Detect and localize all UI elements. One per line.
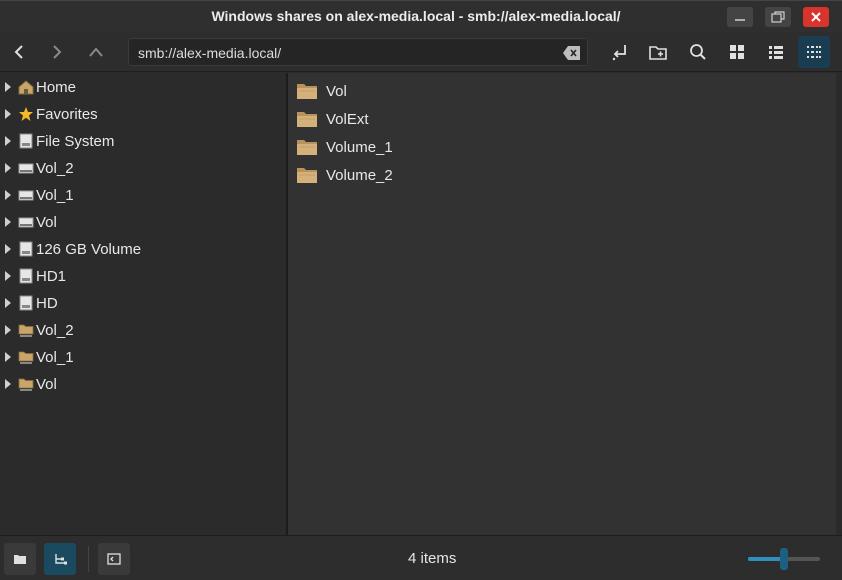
expander-icon[interactable]: [5, 136, 11, 146]
window-title: Windows shares on alex-media.local - smb…: [211, 8, 621, 24]
close-icon: [811, 12, 821, 22]
expander-icon[interactable]: [5, 109, 11, 119]
chevron-up-icon: [89, 47, 103, 57]
sidebar-item-favorites[interactable]: Favorites: [0, 101, 287, 127]
scrollbar[interactable]: [836, 73, 842, 535]
network-folder-icon: [18, 351, 34, 364]
file-item-volume-2[interactable]: Volume_2: [296, 163, 393, 187]
grid-icon: [730, 45, 744, 59]
icon-view-button[interactable]: [721, 36, 753, 68]
show-places-button[interactable]: [4, 543, 36, 575]
compact-view-button[interactable]: [798, 36, 830, 68]
toolbar: smb://alex-media.local/: [0, 32, 842, 72]
file-item-volext[interactable]: VolExt: [296, 107, 369, 131]
chevron-left-icon: [14, 45, 23, 59]
titlebar: Windows shares on alex-media.local - smb…: [0, 0, 842, 32]
minimize-button[interactable]: [727, 7, 753, 27]
back-button[interactable]: [3, 36, 35, 68]
sidebar: Home Favorites File System Vol_2 Vol_1 V…: [0, 73, 287, 535]
search-icon: [690, 44, 706, 60]
expander-icon[interactable]: [5, 244, 11, 254]
up-button[interactable]: [80, 36, 112, 68]
show-tree-button[interactable]: [44, 543, 76, 575]
list-icon: [769, 46, 783, 59]
expander-icon[interactable]: [5, 325, 11, 335]
forward-button[interactable]: [41, 36, 73, 68]
restore-icon: [771, 11, 785, 23]
sidebar-item-home[interactable]: Home: [0, 74, 287, 100]
star-icon: [19, 107, 33, 121]
expander-icon[interactable]: [5, 190, 11, 200]
sidebar-item-network-vol-2[interactable]: Vol_2: [0, 317, 287, 343]
drive-icon: [19, 268, 33, 284]
sidebar-item-vol[interactable]: Vol: [0, 209, 287, 235]
tree-icon: [55, 554, 67, 565]
folder-icon: [297, 84, 317, 99]
clear-icon[interactable]: [563, 45, 581, 61]
minimize-icon: [735, 19, 745, 21]
expander-icon[interactable]: [5, 298, 11, 308]
restore-button[interactable]: [765, 7, 791, 27]
hide-sidebar-button[interactable]: [98, 543, 130, 575]
removable-drive-icon: [18, 217, 34, 228]
location-input[interactable]: smb://alex-media.local/: [138, 45, 281, 61]
sidebar-item-network-vol[interactable]: Vol: [0, 371, 287, 397]
sidebar-item-file-system[interactable]: File System: [0, 128, 287, 154]
new-folder-icon: [649, 46, 667, 60]
expander-icon[interactable]: [5, 271, 11, 281]
sidebar-toggle-icon: [107, 553, 121, 565]
file-list[interactable]: Vol VolExt Volume_1 Volume_2: [288, 73, 842, 535]
expander-icon[interactable]: [5, 163, 11, 173]
network-folder-icon: [18, 324, 34, 337]
new-folder-button[interactable]: [643, 36, 675, 68]
search-button[interactable]: [682, 36, 714, 68]
list-view-button[interactable]: [760, 36, 792, 68]
compact-list-icon: [807, 46, 821, 58]
folder-icon: [297, 112, 317, 127]
toggle-location-button[interactable]: [604, 36, 636, 68]
sidebar-item-vol-2[interactable]: Vol_2: [0, 155, 287, 181]
expander-icon[interactable]: [5, 379, 11, 389]
chevron-right-icon: [53, 45, 62, 59]
sidebar-item-126-gb-volume[interactable]: 126 GB Volume: [0, 236, 287, 262]
zoom-slider-handle[interactable]: [780, 548, 788, 570]
sidebar-item-hd1[interactable]: HD1: [0, 263, 287, 289]
folder-icon: [297, 168, 317, 183]
enter-icon: [612, 45, 626, 61]
expander-icon[interactable]: [5, 352, 11, 362]
drive-icon: [19, 241, 33, 257]
location-bar[interactable]: smb://alex-media.local/: [128, 38, 588, 66]
sidebar-item-vol-1[interactable]: Vol_1: [0, 182, 287, 208]
close-button[interactable]: [803, 7, 829, 27]
folder-icon: [297, 140, 317, 155]
expander-icon[interactable]: [5, 82, 11, 92]
file-item-volume-1[interactable]: Volume_1: [296, 135, 393, 159]
removable-drive-icon: [18, 163, 34, 174]
drive-icon: [19, 133, 33, 149]
network-folder-icon: [18, 378, 34, 391]
expander-icon[interactable]: [5, 217, 11, 227]
file-item-vol[interactable]: Vol: [296, 79, 347, 103]
home-icon: [18, 80, 34, 95]
sidebar-item-network-vol-1[interactable]: Vol_1: [0, 344, 287, 370]
separator: [88, 546, 89, 572]
folder-icon: [14, 555, 26, 564]
zoom-fill: [748, 557, 784, 561]
drive-icon: [19, 295, 33, 311]
sidebar-item-hd[interactable]: HD: [0, 290, 287, 316]
item-count: 4 items: [408, 550, 457, 567]
statusbar: 4 items: [0, 535, 842, 580]
removable-drive-icon: [18, 190, 34, 201]
